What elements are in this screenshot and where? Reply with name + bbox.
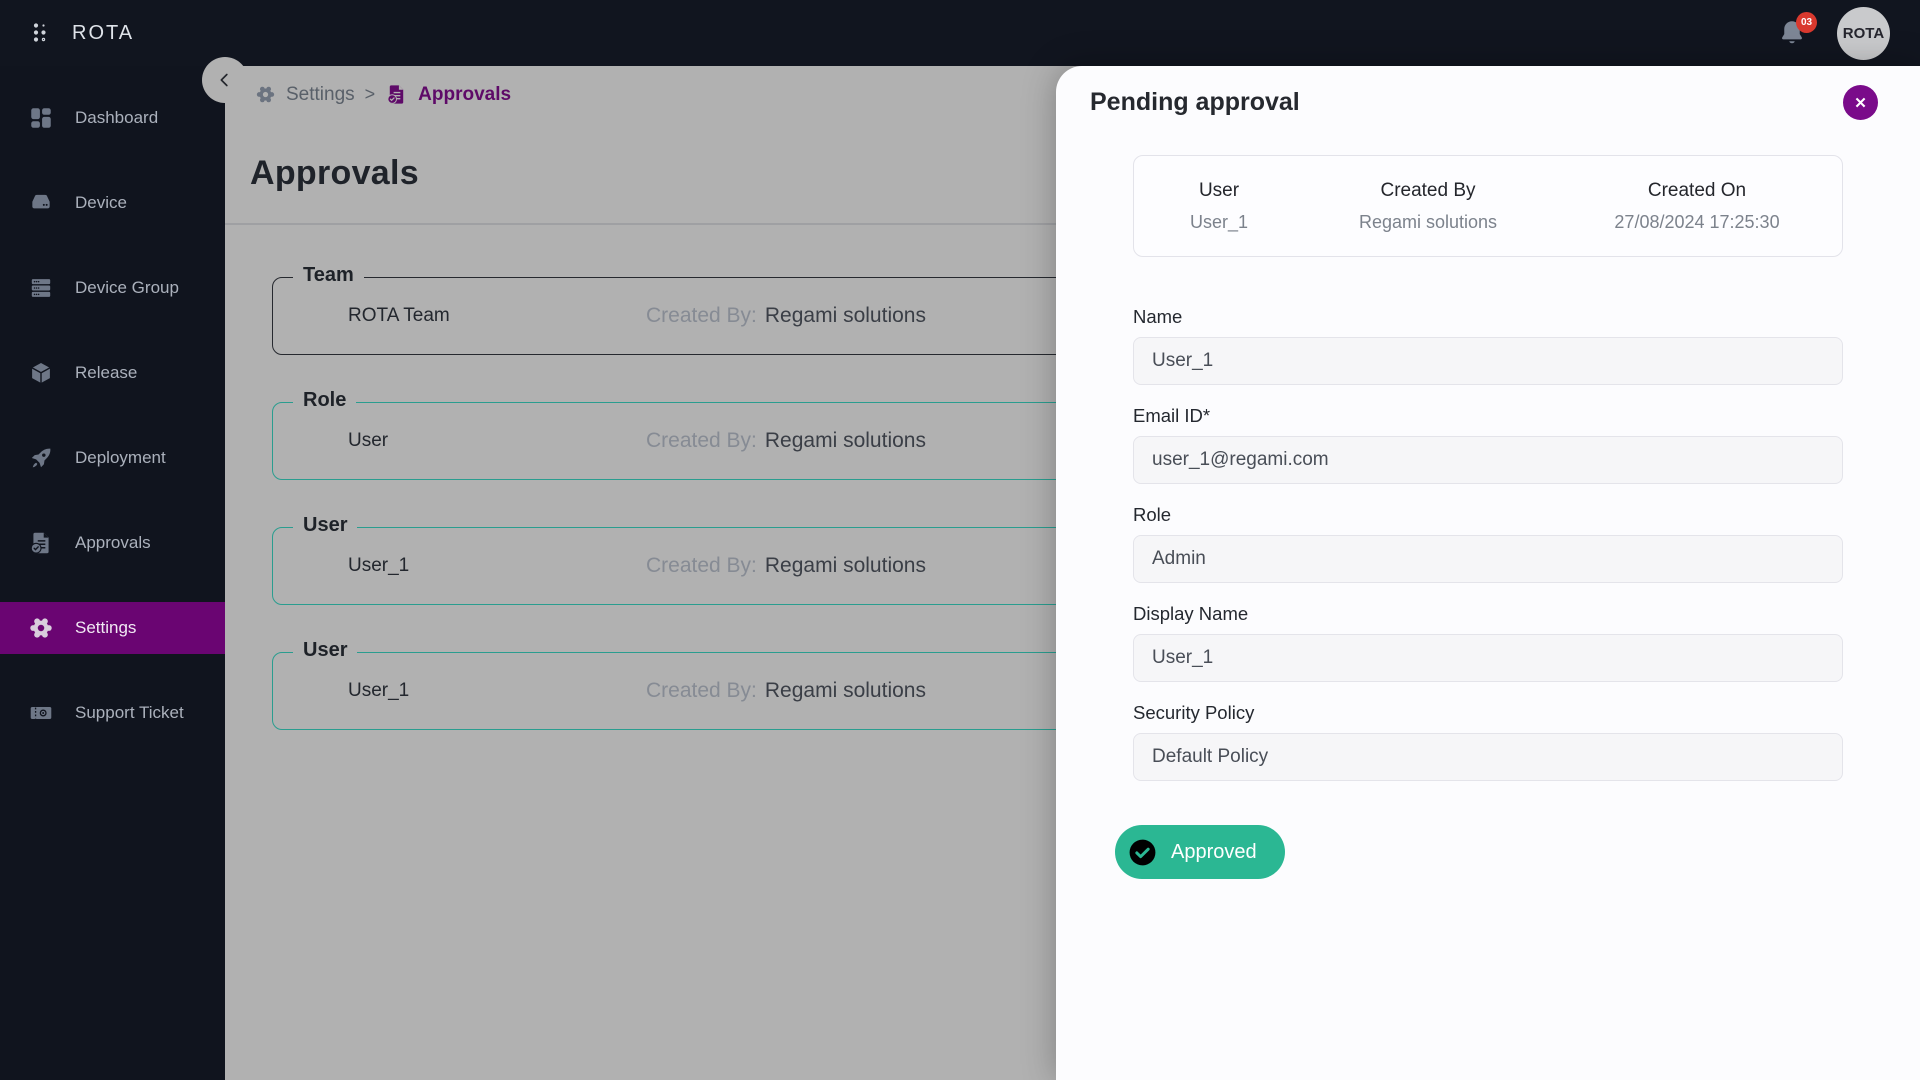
card-created-by: Created By: Regami solutions xyxy=(646,679,926,703)
avatar-text: ROTA xyxy=(1842,24,1885,42)
close-icon: ✕ xyxy=(1854,94,1867,112)
sidebar-item-approvals[interactable]: Approvals xyxy=(0,517,225,569)
brand: ROTA xyxy=(30,21,134,45)
breadcrumb-separator: > xyxy=(364,84,376,104)
dashboard-icon xyxy=(27,105,55,131)
security-policy-input[interactable] xyxy=(1133,733,1843,781)
topbar: ROTA 03 ROTA xyxy=(0,0,1920,66)
breadcrumb: Settings > Approvals xyxy=(255,83,511,106)
summary-header-user: User xyxy=(1198,180,1240,201)
sidebar-item-label: Support Ticket xyxy=(75,703,184,722)
close-drawer-button[interactable]: ✕ xyxy=(1843,85,1878,120)
sidebar-item-support-ticket[interactable]: Support Ticket xyxy=(0,687,225,739)
card-created-by: Created By: Regami solutions xyxy=(646,304,926,328)
drawer-title: Pending approval xyxy=(1090,88,1300,116)
card-name: User_1 xyxy=(348,680,410,701)
app-screen: ROTA 03 ROTA Dashboard Device Device Gro… xyxy=(0,0,1920,1080)
created-by-value: Regami solutions xyxy=(764,554,926,577)
sidebar-item-label: Deployment xyxy=(75,448,166,467)
brand-dots-icon xyxy=(30,21,52,45)
email-label: Email ID* xyxy=(1133,405,1211,426)
chevron-left-icon xyxy=(214,69,236,91)
notifications-button[interactable]: 03 xyxy=(1777,12,1817,48)
approval-form: Name Email ID* Role Display Name Securit… xyxy=(1133,306,1843,801)
breadcrumb-approvals[interactable]: Approvals xyxy=(418,84,511,106)
sidebar-item-device-group[interactable]: Device Group xyxy=(0,262,225,314)
approval-summary-card: User Created By Created On User_1 Regami… xyxy=(1133,155,1843,257)
display-name-label: Display Name xyxy=(1133,603,1249,624)
page-title: Approvals xyxy=(250,154,419,192)
collapse-sidebar-button[interactable] xyxy=(202,57,248,103)
name-label: Name xyxy=(1133,306,1183,327)
gear-icon xyxy=(255,84,276,105)
card-name: User xyxy=(348,430,389,451)
support-ticket-icon xyxy=(27,700,55,726)
email-input[interactable] xyxy=(1133,436,1843,484)
field-name: Name xyxy=(1133,306,1843,385)
summary-value-created-on: 27/08/2024 17:25:30 xyxy=(1614,212,1780,232)
release-cube-icon xyxy=(27,360,55,386)
sidebar-item-label: Settings xyxy=(75,618,137,637)
check-circle-icon xyxy=(1127,837,1158,868)
created-by-label: Created By: xyxy=(646,304,757,327)
sidebar-item-label: Approvals xyxy=(75,533,151,552)
summary-headers: User Created By Created On xyxy=(1164,180,1812,202)
approved-button-label: Approved xyxy=(1171,840,1257,863)
sidebar-item-device[interactable]: Device xyxy=(0,177,225,229)
sidebar-item-label: Release xyxy=(75,363,138,382)
created-by-label: Created By: xyxy=(646,554,757,577)
device-group-icon xyxy=(27,275,55,301)
created-by-value: Regami solutions xyxy=(764,429,926,452)
sidebar-item-label: Device Group xyxy=(75,278,179,297)
created-by-value: Regami solutions xyxy=(764,304,926,327)
sidebar-nav: Dashboard Device Device Group Release De… xyxy=(0,66,225,739)
field-display-name: Display Name xyxy=(1133,603,1843,682)
card-legend: Team xyxy=(293,264,364,287)
card-created-by: Created By: Regami solutions xyxy=(646,554,926,578)
field-security-policy: Security Policy xyxy=(1133,702,1843,781)
role-label: Role xyxy=(1133,504,1172,525)
summary-header-created-on: Created On xyxy=(1647,180,1747,201)
topbar-right: 03 ROTA xyxy=(1777,6,1890,60)
display-name-input[interactable] xyxy=(1133,634,1843,682)
created-by-label: Created By: xyxy=(646,429,757,452)
sidebar-item-deployment[interactable]: Deployment xyxy=(0,432,225,484)
sidebar-item-dashboard[interactable]: Dashboard xyxy=(0,92,225,144)
settings-gear-icon xyxy=(27,615,55,641)
approvals-doc-icon xyxy=(27,530,55,556)
summary-header-created-by: Created By xyxy=(1380,180,1476,201)
card-created-by: Created By: Regami solutions xyxy=(646,429,926,453)
summary-value-user: User_1 xyxy=(1189,212,1249,232)
created-by-label: Created By: xyxy=(646,679,757,702)
deployment-rocket-icon xyxy=(27,445,55,471)
sidebar: Dashboard Device Device Group Release De… xyxy=(0,66,225,1080)
card-legend: User xyxy=(293,639,358,662)
summary-value-created-by: Regami solutions xyxy=(1358,212,1498,232)
notification-badge: 03 xyxy=(1796,12,1817,33)
brand-name: ROTA xyxy=(72,21,135,44)
sidebar-item-label: Dashboard xyxy=(75,108,159,127)
name-input[interactable] xyxy=(1133,337,1843,385)
created-by-value: Regami solutions xyxy=(764,679,926,702)
pending-approval-drawer: Pending approval ✕ User Created By Creat… xyxy=(1056,66,1920,1080)
role-input[interactable] xyxy=(1133,535,1843,583)
card-legend: User xyxy=(293,514,358,537)
avatar[interactable]: ROTA xyxy=(1837,6,1890,60)
summary-values: User_1 Regami solutions 27/08/2024 17:25… xyxy=(1164,212,1812,233)
field-role: Role xyxy=(1133,504,1843,583)
security-policy-label: Security Policy xyxy=(1133,702,1255,723)
sidebar-item-settings[interactable]: Settings xyxy=(0,602,225,654)
field-email: Email ID* xyxy=(1133,405,1843,484)
card-legend: Role xyxy=(293,389,357,412)
sidebar-item-label: Device xyxy=(75,193,127,212)
sidebar-item-release[interactable]: Release xyxy=(0,347,225,399)
approved-button[interactable]: Approved xyxy=(1115,825,1285,879)
device-icon xyxy=(27,190,55,216)
card-name: ROTA Team xyxy=(348,305,450,326)
approvals-doc-icon xyxy=(385,83,408,106)
card-name: User_1 xyxy=(348,555,410,576)
breadcrumb-settings[interactable]: Settings xyxy=(286,84,355,106)
